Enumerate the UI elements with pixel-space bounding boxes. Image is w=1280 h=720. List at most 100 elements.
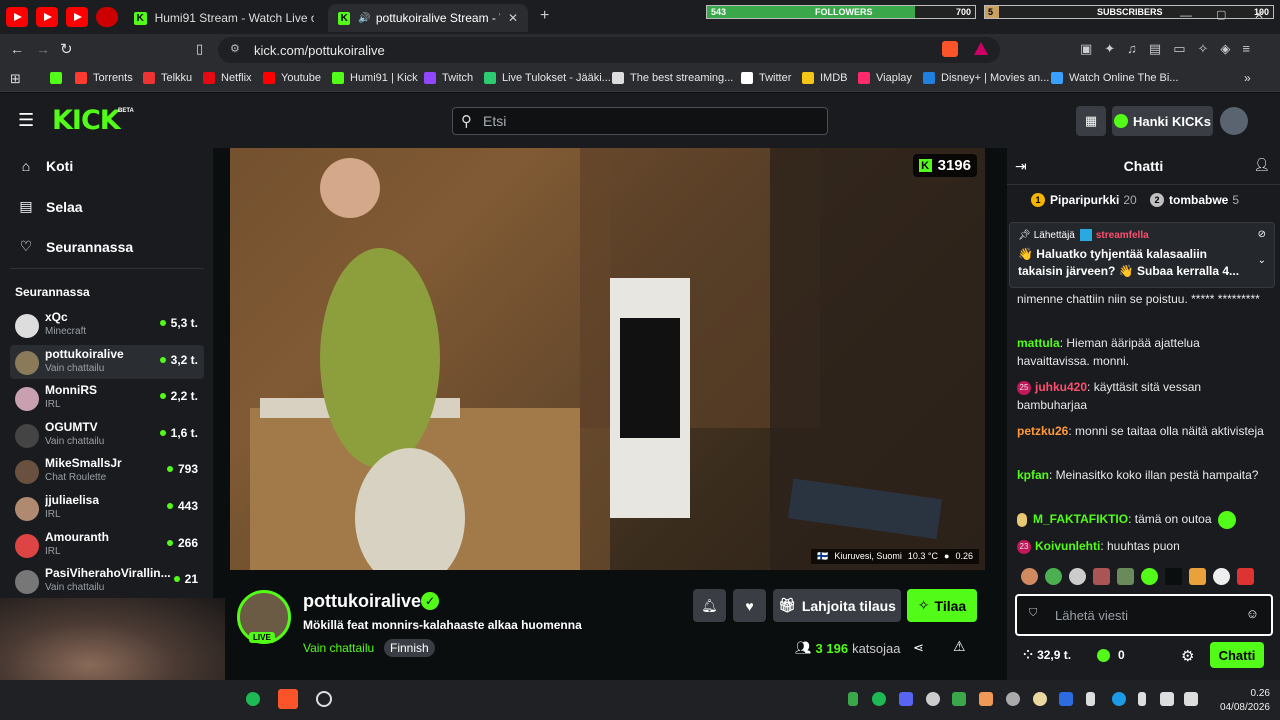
chat-username[interactable]: Koivunlehti [1035, 539, 1100, 553]
language-tag[interactable]: Finnish [384, 639, 435, 657]
kicks-balance[interactable]: 0 [1097, 648, 1125, 662]
bookmark-telkku[interactable]: Telkku [143, 72, 192, 84]
nav-following[interactable]: ♡ Seurannassa [18, 238, 133, 255]
follow-button[interactable]: ♥ [733, 589, 766, 622]
tray-icon[interactable] [1006, 692, 1020, 706]
emote-icon[interactable] [1189, 568, 1206, 585]
tab-humi91[interactable]: K Humi91 Stream - Watch Live on Kick [124, 4, 324, 32]
bookmark-youtube[interactable]: Youtube [263, 72, 321, 84]
brave-rewards-icon[interactable] [974, 42, 988, 55]
emote-icon[interactable] [1093, 568, 1110, 585]
obs-icon[interactable] [316, 691, 332, 707]
video-player[interactable]: K 3196 🇫🇮 Kiuruvesi, Suomi 10.3 °C ● 0.2… [230, 148, 985, 570]
sidebar-channel-item[interactable]: pottukoiralive Vain chattailu 3,2 t. [10, 344, 204, 379]
chevron-down-icon[interactable]: ⌄ [1258, 255, 1266, 266]
bookmark-torrents[interactable]: Torrents [75, 72, 133, 84]
sidebar-channel-item[interactable]: MikeSmallsJr Chat Roulette 793 [10, 454, 204, 488]
sidebar-channel-item[interactable]: Amouranth IRL 266 [10, 528, 204, 562]
more-bookmarks-icon[interactable]: » [1244, 71, 1251, 85]
chat-username[interactable]: kpfan [1017, 468, 1049, 482]
emote-icon[interactable] [1117, 568, 1134, 585]
youtube-pinned-tab-icon[interactable] [6, 7, 28, 27]
sidebar-channel-item[interactable]: xQc Minecraft 5,3 t. [10, 308, 204, 342]
bookmark-twitter[interactable]: Twitter [741, 72, 791, 84]
brave-shields-icon[interactable] [942, 41, 958, 57]
bookmark-icon[interactable]: ▯ [196, 41, 203, 57]
brave-icon[interactable] [278, 689, 298, 709]
cloud-icon[interactable] [926, 692, 940, 706]
gift-sub-button[interactable]: 🎁︎ Lahjoita tilaus [773, 589, 901, 622]
youtube-pinned-tab-icon[interactable] [66, 7, 88, 27]
extension-icons[interactable]: ▣✦♫▤▭✧◈≡ [1080, 41, 1262, 57]
bookmark-netflix[interactable]: Netflix [203, 72, 252, 84]
emoji-icon[interactable]: ☺ [1246, 606, 1259, 621]
play-icon[interactable] [952, 692, 966, 706]
back-icon[interactable]: ← [10, 41, 24, 57]
reload-icon[interactable]: ↻ [60, 40, 73, 58]
bookmark-best-streaming[interactable]: The best streaming... [612, 72, 733, 84]
channel-name[interactable]: pottukoiralive [303, 591, 421, 612]
category-link[interactable]: Vain chattailu [303, 641, 374, 655]
chat-settings-icon[interactable]: ⚙ [1181, 647, 1194, 665]
subscribe-button[interactable]: ✧ Tilaa [907, 589, 977, 622]
share-icon[interactable]: ⋖ [913, 640, 924, 656]
volume-icon[interactable] [1184, 692, 1198, 706]
spotify-icon[interactable] [246, 692, 260, 706]
close-window-icon[interactable]: ✕ [1254, 8, 1264, 22]
chat-username[interactable]: petzku26 [1017, 424, 1068, 438]
apps-grid-icon[interactable]: ⊞ [10, 71, 21, 87]
close-tab-icon[interactable]: ✕ [508, 11, 518, 25]
bookmark-humi91-kick[interactable]: Humi91 | Kick [332, 72, 418, 84]
menu-icon[interactable]: ☰ [18, 110, 34, 131]
bookmark-live-tulokset[interactable]: Live Tulokset - Jääki... [484, 72, 611, 84]
hide-pin-icon[interactable]: ⊘ [1258, 229, 1266, 240]
emote-icon[interactable] [1069, 568, 1086, 585]
chat-username[interactable]: mattula [1017, 336, 1060, 350]
discord-icon[interactable] [899, 692, 913, 706]
leaderboard-item[interactable]: 2 tombabwe 5 [1150, 193, 1239, 207]
emote-icon[interactable] [1141, 568, 1158, 585]
edge-icon[interactable] [1112, 692, 1126, 706]
new-tab-button[interactable]: + [540, 7, 549, 25]
emote-icon[interactable] [1045, 568, 1062, 585]
microphone-icon[interactable] [1138, 692, 1146, 706]
pinned-site-icon[interactable] [96, 7, 118, 27]
bookmark-imdb[interactable]: IMDB [802, 72, 848, 84]
nav-browse[interactable]: ▤ Selaa [18, 198, 82, 215]
tray-icon[interactable] [848, 692, 858, 706]
nav-home[interactable]: ⌂ Koti [18, 158, 73, 174]
emote-icon[interactable] [1021, 568, 1038, 585]
tray-icon[interactable] [1033, 692, 1047, 706]
bookmark-viaplay[interactable]: Viaplay [858, 72, 912, 84]
site-info-icon[interactable]: ⚙ [230, 42, 240, 55]
chat-username[interactable]: M_FAKTAFIKTIO [1033, 512, 1128, 526]
sidebar-channel-item[interactable]: OGUMTV Vain chattailu 1,6 t. [10, 418, 204, 452]
chat-users-icon[interactable]: 👤︎ [1253, 157, 1270, 173]
dashboard-button[interactable]: ▦ [1076, 106, 1106, 136]
bookmark-watch-online[interactable]: Watch Online The Bi... [1051, 72, 1178, 84]
report-icon[interactable]: ⚠ [953, 638, 966, 655]
tab-pottukoiralive[interactable]: K 🔊 pottukoiralive Stream - Watch ✕ [328, 4, 528, 32]
notification-bell-button[interactable]: 🔔︎ [693, 589, 726, 622]
get-kicks-button[interactable]: Hanki KICKs [1112, 106, 1213, 136]
sidebar-channel-item[interactable]: jjuliaelisa IRL 443 [10, 491, 204, 525]
sidebar-channel-item[interactable]: PasiViherahoVirallin... Vain chattailu 21 [10, 564, 204, 598]
emote-icon[interactable] [1213, 568, 1230, 585]
chat-input[interactable]: ⛉ Lähetä viesti ☺ [1015, 594, 1273, 636]
bookmark-disney[interactable]: Disney+ | Movies an... [923, 72, 1049, 84]
leaderboard-item[interactable]: 1 Piparipurkki 20 [1031, 193, 1137, 207]
emote-icon[interactable] [1237, 568, 1254, 585]
bluetooth-icon[interactable] [1059, 692, 1073, 706]
spotify-tray-icon[interactable] [872, 692, 886, 706]
sidebar-channel-item[interactable]: MonniRS IRL 2,2 t. [10, 381, 204, 415]
tray-icon[interactable] [979, 692, 993, 706]
channel-points[interactable]: ⁘ 32,9 t. [1023, 648, 1071, 662]
battery-icon[interactable] [1086, 692, 1095, 706]
kick-logo[interactable]: KICK [52, 105, 121, 136]
send-chat-button[interactable]: Chatti [1210, 642, 1264, 668]
avatar[interactable] [1220, 107, 1248, 135]
bookmark-kick-icon[interactable] [50, 72, 68, 84]
search-input[interactable]: ⚲ Etsi [452, 107, 828, 135]
forward-icon[interactable]: → [36, 41, 50, 57]
address-bar[interactable]: ⚙ kick.com/pottukoiralive [218, 37, 1000, 63]
